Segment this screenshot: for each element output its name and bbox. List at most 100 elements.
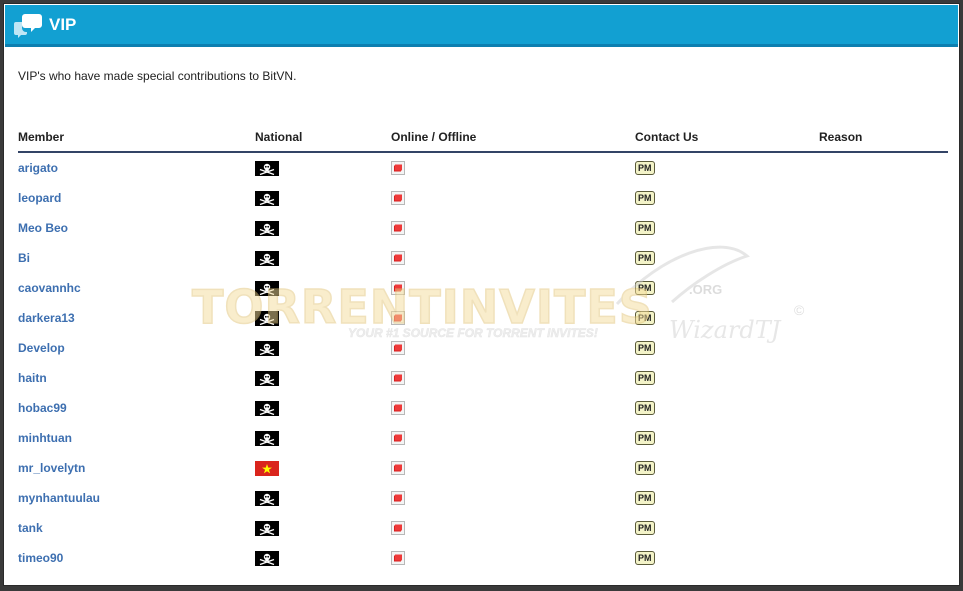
pm-button[interactable]: PM [635, 401, 655, 416]
member-link[interactable]: Develop [18, 341, 65, 355]
national-cell [255, 273, 391, 303]
status-cell [391, 453, 635, 483]
offline-icon [391, 311, 405, 326]
member-link[interactable]: timeo90 [18, 551, 63, 565]
pm-button[interactable]: PM [635, 461, 655, 476]
member-link[interactable]: mynhantuulau [18, 491, 100, 505]
reason-cell [819, 513, 948, 543]
table-row: arigato PM [18, 152, 948, 183]
pm-button[interactable]: PM [635, 191, 655, 206]
reason-cell [819, 363, 948, 393]
reason-cell [819, 393, 948, 423]
pirate-flag-icon [255, 400, 279, 416]
member-link[interactable]: tank [18, 521, 43, 535]
member-cell: caovannhc [18, 273, 255, 303]
status-cell [391, 273, 635, 303]
member-cell: mynhantuulau [18, 483, 255, 513]
contact-cell: PM [635, 243, 819, 273]
pm-button[interactable]: PM [635, 521, 655, 536]
vip-members-table: Member National Online / Offline Contact… [18, 122, 948, 573]
vip-panel: VIP VIP's who have made special contribu… [3, 3, 960, 586]
table-row: Develop PM [18, 333, 948, 363]
member-link[interactable]: Meo Beo [18, 221, 68, 235]
table-row: leopard PM [18, 183, 948, 213]
pirate-flag-icon [255, 340, 279, 356]
status-cell [391, 423, 635, 453]
member-link[interactable]: darkera13 [18, 311, 75, 325]
member-cell: Meo Beo [18, 213, 255, 243]
status-cell [391, 152, 635, 183]
pirate-flag-icon [255, 490, 279, 506]
table-header-row: Member National Online / Offline Contact… [18, 122, 948, 153]
pirate-flag-icon [255, 280, 279, 296]
pm-button[interactable]: PM [635, 281, 655, 296]
reason-cell [819, 243, 948, 273]
member-cell: leopard [18, 183, 255, 213]
reason-cell [819, 183, 948, 213]
offline-icon [391, 371, 405, 386]
national-cell [255, 483, 391, 513]
contact-cell: PM [635, 393, 819, 423]
pm-button[interactable]: PM [635, 431, 655, 446]
offline-icon [391, 461, 405, 476]
vietnam-flag-icon [255, 460, 279, 476]
contact-cell: PM [635, 213, 819, 243]
pm-button[interactable]: PM [635, 311, 655, 326]
member-link[interactable]: leopard [18, 191, 61, 205]
national-cell [255, 453, 391, 483]
pirate-flag-icon [255, 250, 279, 266]
status-cell [391, 543, 635, 573]
contact-cell: PM [635, 543, 819, 573]
member-link[interactable]: haitn [18, 371, 47, 385]
member-link[interactable]: Bi [18, 251, 30, 265]
offline-icon [391, 431, 405, 446]
offline-icon [391, 281, 405, 296]
contact-cell: PM [635, 363, 819, 393]
member-link[interactable]: caovannhc [18, 281, 81, 295]
pirate-flag-icon [255, 550, 279, 566]
member-link[interactable]: arigato [18, 161, 58, 175]
pm-button[interactable]: PM [635, 161, 655, 176]
national-cell [255, 183, 391, 213]
pm-button[interactable]: PM [635, 491, 655, 506]
column-header-reason: Reason [819, 122, 948, 153]
member-cell: tank [18, 513, 255, 543]
pm-button[interactable]: PM [635, 251, 655, 266]
reason-cell [819, 453, 948, 483]
table-row: haitn PM [18, 363, 948, 393]
reason-cell [819, 213, 948, 243]
contact-cell: PM [635, 513, 819, 543]
pirate-flag-icon [255, 310, 279, 326]
table-row: hobac99 PM [18, 393, 948, 423]
pm-button[interactable]: PM [635, 221, 655, 236]
status-cell [391, 393, 635, 423]
pm-button[interactable]: PM [635, 551, 655, 566]
table-row: tank PM [18, 513, 948, 543]
status-cell [391, 513, 635, 543]
table-row: Meo Beo PM [18, 213, 948, 243]
offline-icon [391, 341, 405, 356]
offline-icon [391, 191, 405, 206]
table-row: darkera13 PM [18, 303, 948, 333]
member-cell: Develop [18, 333, 255, 363]
national-cell [255, 543, 391, 573]
pirate-flag-icon [255, 430, 279, 446]
pm-button[interactable]: PM [635, 341, 655, 356]
member-link[interactable]: mr_lovelytn [18, 461, 85, 475]
offline-icon [391, 221, 405, 236]
national-cell [255, 152, 391, 183]
status-cell [391, 363, 635, 393]
pirate-flag-icon [255, 220, 279, 236]
status-cell [391, 303, 635, 333]
reason-cell [819, 543, 948, 573]
member-link[interactable]: minhtuan [18, 431, 72, 445]
national-cell [255, 243, 391, 273]
national-cell [255, 303, 391, 333]
national-cell [255, 213, 391, 243]
chat-bubbles-icon [14, 14, 42, 38]
offline-icon [391, 251, 405, 266]
pm-button[interactable]: PM [635, 371, 655, 386]
member-link[interactable]: hobac99 [18, 401, 67, 415]
pirate-flag-icon [255, 370, 279, 386]
contact-cell: PM [635, 303, 819, 333]
